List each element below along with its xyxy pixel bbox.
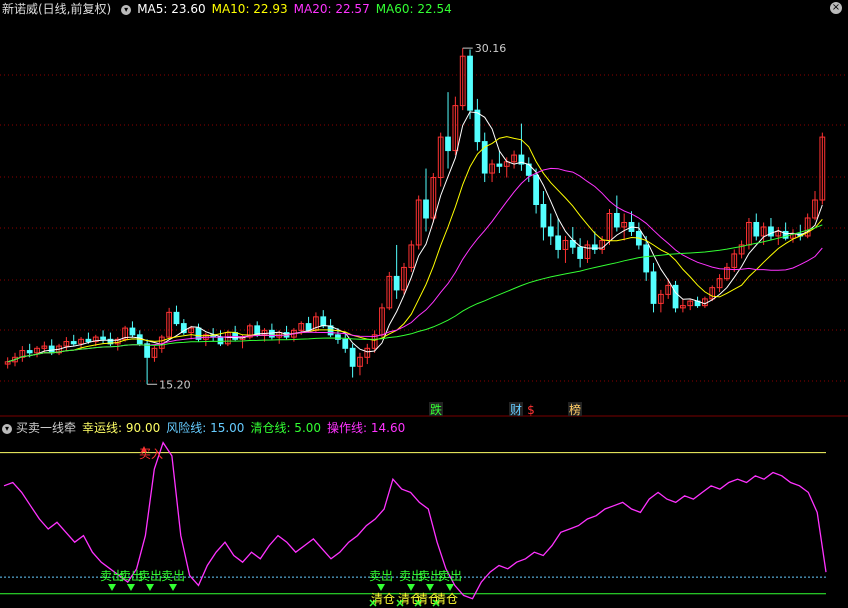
candle-body-91 xyxy=(672,284,679,309)
candle-body-47 xyxy=(349,347,356,367)
sell-signal-2-arrow xyxy=(146,584,154,591)
indicator-line-label-0: 幸运线: 90.00 xyxy=(82,421,161,435)
candles xyxy=(4,48,826,385)
candle-body-60 xyxy=(445,136,451,152)
candle-body-72 xyxy=(533,174,539,206)
candle-body-9 xyxy=(70,341,77,345)
indicator-name: 买卖一线牵 xyxy=(16,421,77,435)
ma-label-0: MA5: 23.60 xyxy=(137,2,206,16)
candle-body-67 xyxy=(496,163,503,167)
ma-label-1: MA10: 22.93 xyxy=(211,2,288,16)
candle-body-23 xyxy=(173,311,180,325)
event-marker-0: 跌 xyxy=(430,402,442,417)
candle-body-78 xyxy=(577,246,584,259)
dropdown-icon[interactable]: ▾ xyxy=(121,4,132,15)
candle-body-31 xyxy=(232,332,239,340)
indicator-line-label-3: 操作线: 14.60 xyxy=(327,421,406,435)
event-marker-3: 榜 xyxy=(569,402,581,417)
sell-signal-7-arrow xyxy=(446,584,454,591)
candle-body-102 xyxy=(753,221,760,237)
stock-title: 新诺威(日线,前复权) xyxy=(2,2,112,16)
sell-signal-4-label: 卖出 xyxy=(369,569,393,583)
indicator-panel: 卖出卖出卖出卖出 卖出 卖出卖出卖出买入清仓 清仓清仓清仓 xyxy=(0,441,827,607)
chart-canvas[interactable]: 30.16 15.20 跌 财 $ 榜 卖出卖出卖出卖出 卖出 卖出卖出卖出买入清仓 清仓清仓清… xyxy=(0,0,848,608)
sell-signal-0-arrow xyxy=(108,584,116,591)
sell-signal-6-arrow xyxy=(426,584,434,591)
candle-body-87 xyxy=(643,244,650,273)
indicator-line-label-1: 风险线: 15.00 xyxy=(166,421,245,435)
sell-signal-2-label: 卖出 xyxy=(138,569,162,583)
ma-line-5 xyxy=(7,111,823,363)
candle-body-83 xyxy=(613,212,620,228)
ma-label-2: MA20: 22.57 xyxy=(293,2,370,16)
candle-body-41 xyxy=(305,323,312,331)
price-header: 新诺威(日线,前复权) ▾ MA5: 23.60 MA10: 22.93 MA20: 2… xyxy=(0,0,464,18)
indicator-dropdown-icon[interactable]: ▾ xyxy=(2,423,12,434)
price-grid xyxy=(0,74,848,417)
candle-body-19 xyxy=(144,343,151,358)
candle-body-29 xyxy=(217,336,224,345)
candle-body-57 xyxy=(423,199,429,219)
sell-signal-7-label: 卖出 xyxy=(438,569,462,583)
candle-body-36 xyxy=(268,329,275,338)
candle-body-46 xyxy=(342,338,349,349)
candle-body-63 xyxy=(467,55,473,111)
indicator-line-label-2: 清仓线: 5.00 xyxy=(250,421,322,435)
candle-body-64 xyxy=(474,109,481,143)
indicator-header: ▾ 买卖一线牵 幸运线: 90.00 风险线: 15.00 清仓线: 5.00 操作线: … xyxy=(0,419,417,437)
candle-body-13 xyxy=(100,336,106,340)
event-marker-2: $ xyxy=(527,403,535,417)
sell-signal-4-arrow xyxy=(377,584,385,591)
candle-body-11 xyxy=(85,338,92,343)
candle-body-80 xyxy=(591,244,598,250)
event-marker-1: 财 xyxy=(510,403,522,417)
price-annotations: 30.16 15.20 跌 财 $ 榜 xyxy=(147,42,582,417)
sell-signal-1-arrow xyxy=(127,584,135,591)
ma-label-3: MA60: 22.54 xyxy=(375,2,452,16)
candle-body-74 xyxy=(547,226,554,237)
sell-signal-3-label: 卖出 xyxy=(161,569,185,583)
ma-lines xyxy=(7,111,823,363)
candle-body-75 xyxy=(555,235,562,250)
candle-body-88 xyxy=(650,271,657,304)
low-price-label: 15.20 xyxy=(159,378,191,391)
close-icon[interactable]: × xyxy=(830,2,842,14)
candle-body-3 xyxy=(26,350,33,354)
candle-body-17 xyxy=(129,327,136,336)
candle-body-43 xyxy=(320,316,327,327)
candle-body-45 xyxy=(335,334,341,340)
sell-signal-3-arrow xyxy=(169,584,177,591)
candle-body-73 xyxy=(540,204,547,228)
sell-signal-5-arrow xyxy=(407,584,415,591)
ma-line-60 xyxy=(7,224,823,363)
high-price-label: 30.16 xyxy=(475,42,507,55)
candle-body-53 xyxy=(393,275,400,291)
